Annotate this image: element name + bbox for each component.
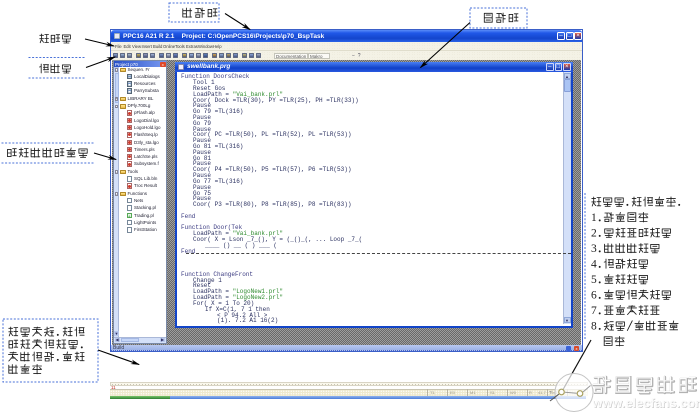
svg-text:6: 6 — [591, 290, 597, 302]
svg-text:4: 4 — [591, 259, 597, 271]
svg-text:8: 8 — [591, 321, 597, 333]
svg-text:1: 1 — [591, 212, 597, 224]
svg-text:2: 2 — [591, 228, 597, 240]
svg-text:7: 7 — [591, 305, 597, 317]
svg-text:3: 3 — [591, 243, 597, 255]
svg-text:5: 5 — [591, 274, 597, 286]
